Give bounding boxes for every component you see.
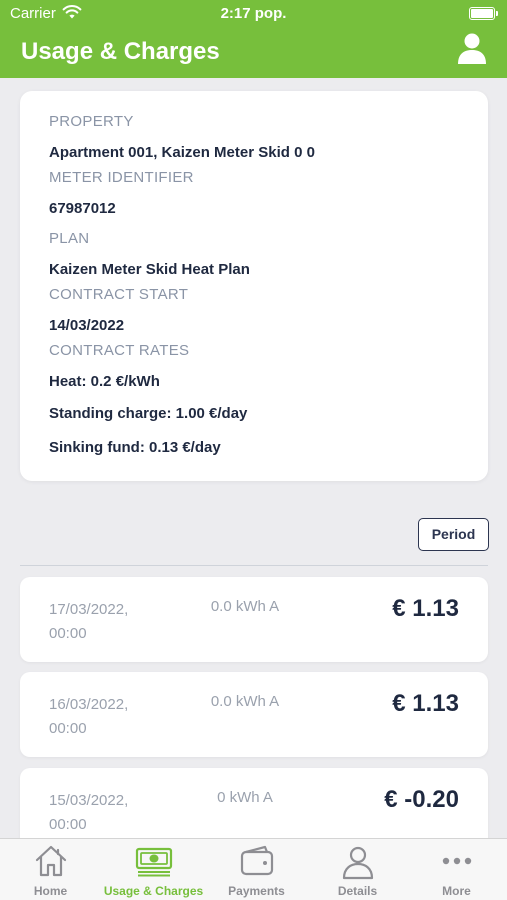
person-icon xyxy=(342,846,373,880)
entry-date-value: 17/03/2022, xyxy=(49,601,129,618)
property-value: Apartment 001, Kaizen Meter Skid 0 0 xyxy=(49,144,315,161)
entry-amount: € 1.13 xyxy=(392,595,459,622)
tab-payments-label: Payments xyxy=(228,884,285,898)
entry-usage: 0.0 kWh A xyxy=(210,598,280,615)
entry-time-value: 00:00 xyxy=(49,720,87,737)
entry-date-value: 16/03/2022, xyxy=(49,696,129,713)
entry-usage: 0.0 kWh A xyxy=(210,693,280,710)
contract-start-label: CONTRACT START xyxy=(49,286,189,303)
tab-details-label: Details xyxy=(337,884,378,898)
entry-amount: € 1.13 xyxy=(392,690,459,717)
plan-label: PLAN xyxy=(49,230,90,247)
property-label: PROPERTY xyxy=(49,113,134,130)
entry-time-value: 00:00 xyxy=(49,625,87,642)
rate-heat: Heat: 0.2 €/kWh xyxy=(49,373,160,390)
wallet-icon xyxy=(240,845,273,876)
status-time: 2:17 pop. xyxy=(220,5,287,22)
money-icon xyxy=(135,847,172,877)
charge-row[interactable]: 17/03/2022, 00:00 0.0 kWh A € 1.13 xyxy=(20,577,488,662)
divider xyxy=(20,565,488,566)
tab-payments[interactable]: Payments xyxy=(206,839,307,900)
page-title: Usage & Charges xyxy=(21,38,220,65)
tab-details[interactable]: Details xyxy=(307,839,408,900)
contract-rates-label: CONTRACT RATES xyxy=(49,342,190,359)
contract-info-card: PROPERTY Apartment 001, Kaizen Meter Ski… xyxy=(20,91,488,481)
more-icon xyxy=(442,857,471,865)
status-bar: Carrier 2:17 pop. xyxy=(0,0,507,28)
entry-time-value: 00:00 xyxy=(49,816,87,833)
charge-row[interactable]: 16/03/2022, 00:00 0.0 kWh A € 1.13 xyxy=(20,672,488,757)
entry-date: 17/03/2022, 00:00 xyxy=(49,598,159,646)
meter-identifier-label: METER IDENTIFIER xyxy=(49,169,194,186)
nav-bar: Usage & Charges xyxy=(0,28,507,78)
plan-value: Kaizen Meter Skid Heat Plan xyxy=(49,261,250,278)
meter-identifier-value: 67987012 xyxy=(49,200,116,217)
entry-date: 16/03/2022, 00:00 xyxy=(49,693,159,741)
period-button[interactable]: Period xyxy=(418,518,489,551)
tab-home[interactable]: Home xyxy=(0,839,101,900)
tab-more[interactable]: More xyxy=(406,839,507,900)
entry-date-value: 15/03/2022, xyxy=(49,792,129,809)
entry-amount: € -0.20 xyxy=(384,786,459,813)
tab-more-label: More xyxy=(442,884,471,898)
tab-bar: Home Usage & Charges Payments Details Mo… xyxy=(0,838,507,900)
battery-icon xyxy=(469,7,498,20)
rate-standing-charge: Standing charge: 1.00 €/day xyxy=(49,405,248,422)
profile-icon[interactable] xyxy=(455,31,489,65)
rate-sinking-fund: Sinking fund: 0.13 €/day xyxy=(49,439,221,456)
entry-date: 15/03/2022, 00:00 xyxy=(49,789,159,837)
tab-usage-charges-label: Usage & Charges xyxy=(103,884,204,898)
contract-start-value: 14/03/2022 xyxy=(49,317,125,334)
tab-usage-charges[interactable]: Usage & Charges xyxy=(101,839,206,900)
tab-home-label: Home xyxy=(33,884,68,898)
home-icon xyxy=(35,845,66,877)
entry-usage: 0 kWh A xyxy=(217,789,273,806)
